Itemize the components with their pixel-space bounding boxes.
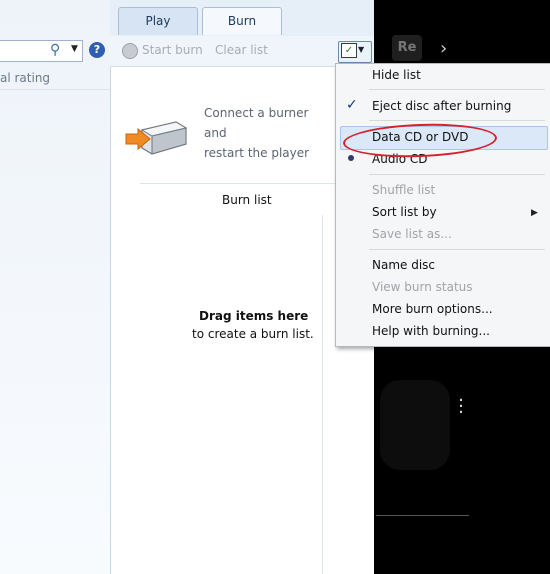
menu-item-save-list-as[interactable]: Save list as... (372, 227, 452, 241)
start-burn-button[interactable]: Start burn (142, 43, 203, 57)
search-icon[interactable]: ⚲ (50, 42, 60, 58)
more-options-icon[interactable]: · · · (455, 392, 467, 422)
tab-play[interactable]: Play (118, 7, 198, 35)
menu-item-sort-list-by[interactable]: Sort list by (372, 205, 437, 219)
burn-list-title: Burn list (222, 193, 272, 207)
disc-icon (122, 43, 138, 59)
submenu-arrow-icon: ▶ (531, 208, 538, 218)
radio-selected-icon (348, 155, 354, 161)
divider (376, 515, 469, 516)
help-icon[interactable]: ? (89, 42, 105, 58)
column-header-rating[interactable]: al rating (0, 67, 110, 90)
checkmark-icon: ✓ (346, 97, 358, 113)
connect-burner-message: Connect a burner and restart the player (204, 103, 329, 163)
tab-burn[interactable]: Burn (202, 7, 282, 35)
menu-item-more-burn-options[interactable]: More burn options... (372, 302, 493, 316)
drag-items-title: Drag items here (199, 309, 309, 323)
menu-item-eject-disc[interactable]: Eject disc after burning (372, 99, 511, 113)
divider (140, 183, 340, 184)
connect-line-1: Connect a burner and (204, 106, 309, 140)
clear-list-button[interactable]: Clear list (215, 43, 268, 57)
menu-separator (369, 174, 545, 175)
menu-item-name-disc[interactable]: Name disc (372, 258, 435, 272)
connect-line-2: restart the player (204, 146, 310, 160)
drag-items-subtitle: to create a burn list. (192, 327, 314, 341)
divider (322, 215, 323, 574)
list-options-icon[interactable]: ✓ (341, 43, 357, 58)
menu-item-view-burn-status[interactable]: View burn status (372, 280, 473, 294)
menu-separator (369, 120, 545, 121)
menu-item-help-with-burning[interactable]: Help with burning... (372, 324, 490, 338)
disc-burner-icon (125, 121, 188, 155)
menu-item-shuffle-list[interactable]: Shuffle list (372, 183, 435, 197)
chevron-down-icon[interactable]: ▼ (71, 44, 78, 54)
background-button[interactable]: Re (392, 35, 422, 61)
menu-separator (369, 249, 545, 250)
menu-separator (369, 89, 545, 90)
chevron-right-icon[interactable]: › (440, 38, 447, 59)
menu-item-hide-list[interactable]: Hide list (372, 68, 421, 82)
chevron-down-icon[interactable]: ▼ (358, 45, 364, 54)
background-shape (380, 380, 450, 470)
